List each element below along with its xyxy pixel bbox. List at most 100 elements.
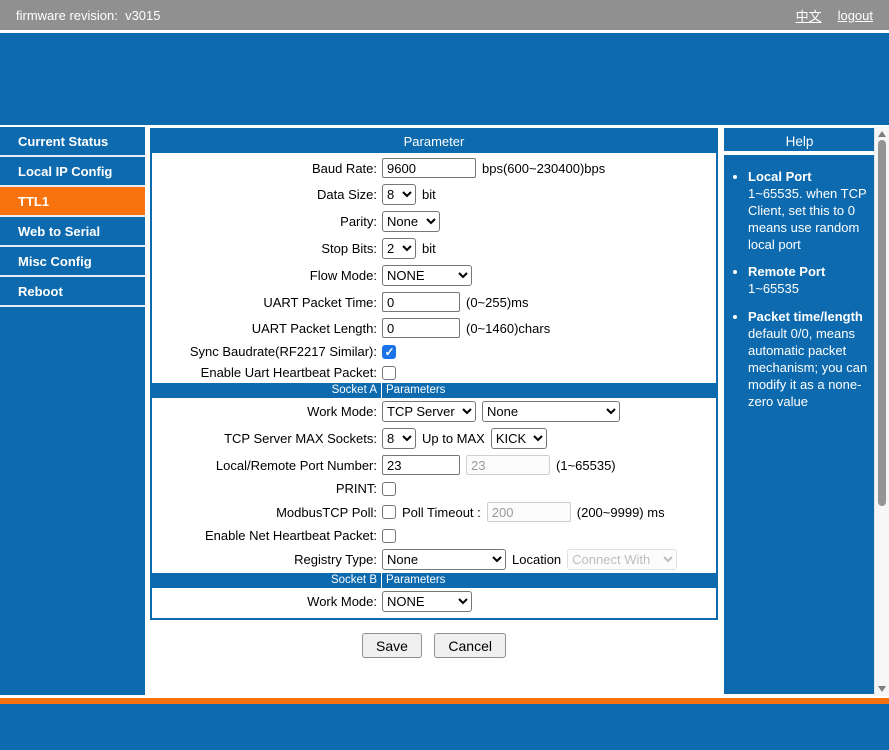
scrollbar-up-arrow-icon[interactable] bbox=[878, 131, 886, 137]
help-item-local-port: Local Port 1~65535. when TCP Client, set… bbox=[748, 169, 869, 253]
uart-packet-length-input[interactable] bbox=[382, 318, 460, 338]
parameter-panel: Parameter Baud Rate: bps(600~230400)bps … bbox=[150, 128, 718, 620]
form-actions: Save Cancel bbox=[150, 633, 718, 658]
uart-heartbeat-checkbox[interactable] bbox=[382, 365, 396, 380]
save-button[interactable]: Save bbox=[362, 633, 422, 658]
registry-type-select[interactable]: None bbox=[382, 549, 506, 570]
socket-b-header-left: Socket B bbox=[152, 573, 382, 588]
port-number-label: Local/Remote Port Number: bbox=[215, 457, 377, 473]
uart-heartbeat-label: Enable Uart Heartbeat Packet: bbox=[200, 365, 377, 380]
socket-b-work-mode-select[interactable]: NONE bbox=[382, 591, 472, 612]
max-sockets-row: TCP Server MAX Sockets: 8 Up to MAX KICK bbox=[152, 425, 716, 452]
stop-bits-row: Stop Bits: 2 bit bbox=[152, 235, 716, 262]
uart-packet-time-input[interactable] bbox=[382, 292, 460, 312]
registry-type-label: Registry Type: bbox=[294, 552, 377, 567]
location-select: Connect With bbox=[567, 549, 678, 570]
help-item-title: Remote Port bbox=[748, 264, 826, 280]
socket-a-header-left: Socket A bbox=[152, 383, 382, 398]
sidebar-item-ttl1[interactable]: TTL1 bbox=[0, 187, 145, 217]
baud-rate-input[interactable] bbox=[382, 158, 476, 178]
sidebar-item-current-status[interactable]: Current Status bbox=[0, 127, 145, 157]
sidebar-item-reboot[interactable]: Reboot bbox=[0, 277, 145, 307]
location-label: Location bbox=[512, 552, 562, 567]
local-port-input[interactable] bbox=[382, 455, 460, 475]
data-size-suffix: bit bbox=[422, 187, 436, 202]
socket-a-work-mode-select[interactable]: TCP Server bbox=[382, 401, 476, 422]
socket-a-header: Socket A Parameters bbox=[152, 383, 716, 398]
baud-rate-row: Baud Rate: bps(600~230400)bps bbox=[152, 155, 716, 181]
stop-bits-select[interactable]: 2 bbox=[382, 238, 416, 259]
parity-select[interactable]: None bbox=[382, 211, 440, 232]
max-sockets-mid-label: Up to MAX bbox=[422, 431, 485, 446]
parameter-form: Baud Rate: bps(600~230400)bps Data Size:… bbox=[152, 153, 716, 618]
socket-b-work-mode-row: Work Mode: NONE bbox=[152, 588, 716, 615]
data-size-row: Data Size: 8 bit bbox=[152, 181, 716, 208]
poll-timeout-suffix: (200~9999) ms bbox=[576, 504, 665, 520]
port-number-suffix: (1~65535) bbox=[556, 457, 616, 473]
help-body: Local Port 1~65535. when TCP Client, set… bbox=[724, 155, 875, 411]
help-item-title: Packet time/length bbox=[748, 309, 863, 325]
uart-packet-length-label: UART Packet Length: bbox=[251, 320, 377, 336]
registry-type-row: Registry Type: None Location Connect Wit… bbox=[152, 546, 716, 573]
net-heartbeat-checkbox[interactable] bbox=[382, 528, 396, 543]
socket-a-work-submode-select[interactable]: None bbox=[482, 401, 620, 422]
socket-a-work-mode-row: Work Mode: TCP Server None bbox=[152, 398, 716, 425]
top-bar: firmware revision: v3015 中文 logout bbox=[0, 0, 889, 30]
net-heartbeat-label: Enable Net Heartbeat Packet: bbox=[205, 528, 377, 543]
sync-baudrate-checkbox[interactable] bbox=[382, 344, 396, 359]
modbus-poll-row: ModbusTCP Poll: Poll Timeout : (200~9999… bbox=[152, 499, 716, 525]
sync-baudrate-label: Sync Baudrate(RF2217 Similar): bbox=[189, 344, 377, 359]
flow-mode-select[interactable]: NONE bbox=[382, 265, 472, 286]
data-size-select[interactable]: 8 bbox=[382, 184, 416, 205]
panel-title: Parameter bbox=[152, 130, 716, 153]
port-number-row: Local/Remote Port Number: (1~65535) bbox=[152, 452, 716, 478]
main-area: Parameter Baud Rate: bps(600~230400)bps … bbox=[150, 128, 718, 658]
parity-label: Parity: bbox=[340, 214, 377, 229]
help-item-body: default 0/0, means automatic packet mech… bbox=[748, 326, 868, 409]
modbus-poll-checkbox[interactable] bbox=[382, 505, 396, 519]
socket-a-header-right: Parameters bbox=[386, 384, 446, 396]
kick-policy-select[interactable]: KICK bbox=[490, 428, 547, 449]
parity-row: Parity: None bbox=[152, 208, 716, 235]
logout-link[interactable]: logout bbox=[838, 8, 873, 23]
sidebar-item-misc-config[interactable]: Misc Config bbox=[0, 247, 145, 277]
firmware-revision-label: firmware revision: v3015 bbox=[16, 7, 161, 23]
scrollbar-thumb[interactable] bbox=[878, 140, 886, 506]
data-size-label: Data Size: bbox=[317, 187, 377, 202]
max-sockets-select[interactable]: 8 bbox=[382, 428, 416, 449]
socket-b-header-right: Parameters bbox=[386, 574, 446, 586]
uart-packet-time-row: UART Packet Time: (0~255)ms bbox=[152, 289, 716, 315]
page-scrollbar[interactable] bbox=[874, 127, 889, 696]
flow-mode-row: Flow Mode: NONE bbox=[152, 262, 716, 289]
net-heartbeat-row: Enable Net Heartbeat Packet: bbox=[152, 525, 716, 546]
sidebar-item-local-ip-config[interactable]: Local IP Config bbox=[0, 157, 145, 187]
sidebar-item-web-to-serial[interactable]: Web to Serial bbox=[0, 217, 145, 247]
socket-b-work-mode-label: Work Mode: bbox=[307, 594, 377, 609]
socket-b-header: Socket B Parameters bbox=[152, 573, 716, 588]
flow-mode-label: Flow Mode: bbox=[309, 268, 377, 283]
print-row: PRINT: bbox=[152, 478, 716, 499]
uart-heartbeat-row: Enable Uart Heartbeat Packet: bbox=[152, 362, 716, 383]
max-sockets-label: TCP Server MAX Sockets: bbox=[224, 431, 377, 446]
stop-bits-suffix: bit bbox=[422, 241, 436, 256]
help-item-packet-time-length: Packet time/length default 0/0, means au… bbox=[748, 309, 869, 410]
baud-rate-suffix: bps(600~230400)bps bbox=[482, 160, 606, 176]
help-item-body: 1~65535. when TCP Client, set this to 0 … bbox=[748, 185, 867, 252]
poll-timeout-input bbox=[486, 502, 571, 522]
print-checkbox[interactable] bbox=[382, 481, 396, 496]
uart-packet-time-label: UART Packet Time: bbox=[263, 294, 377, 310]
scrollbar-down-arrow-icon[interactable] bbox=[878, 686, 886, 692]
sidebar-nav: Current Status Local IP Config TTL1 Web … bbox=[0, 127, 145, 695]
socket-a-work-mode-label: Work Mode: bbox=[307, 404, 377, 419]
language-link[interactable]: 中文 bbox=[796, 6, 822, 25]
help-item-remote-port: Remote Port 1~65535 bbox=[748, 264, 869, 298]
poll-timeout-label: Poll Timeout : bbox=[402, 504, 481, 520]
uart-packet-length-row: UART Packet Length: (0~1460)chars bbox=[152, 315, 716, 341]
stop-bits-label: Stop Bits: bbox=[321, 241, 377, 256]
remote-port-input bbox=[466, 455, 550, 475]
cancel-button[interactable]: Cancel bbox=[434, 633, 506, 658]
help-item-body: 1~65535 bbox=[748, 281, 799, 297]
help-panel: Help Local Port 1~65535. when TCP Client… bbox=[724, 128, 875, 694]
uart-packet-length-suffix: (0~1460)chars bbox=[466, 320, 551, 336]
help-title: Help bbox=[724, 128, 875, 155]
